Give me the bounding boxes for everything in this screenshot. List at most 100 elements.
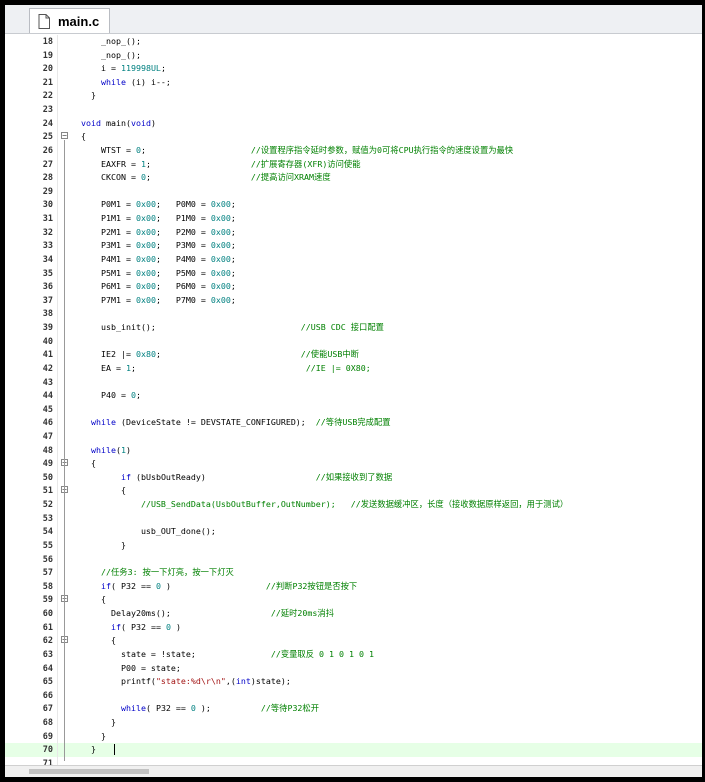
code-line[interactable]: 67 while( P32 == 0 ); //等待P32松开 bbox=[5, 702, 702, 716]
code-line[interactable]: 38 bbox=[5, 307, 702, 321]
code-line[interactable]: 64 P00 = state; bbox=[5, 662, 702, 676]
code-line[interactable]: 20 i = 119998UL; bbox=[5, 62, 702, 76]
number-token: 0x00 bbox=[135, 253, 156, 264]
code-line[interactable]: 28 CKCON = 0; //提高访问XRAM速度 bbox=[5, 171, 702, 185]
code-line[interactable]: 52 //USB_SendData(UsbOutBuffer,OutNumber… bbox=[5, 498, 702, 512]
line-number: 43 bbox=[42, 377, 53, 388]
code-line[interactable]: 51 {− bbox=[5, 484, 702, 498]
code-line[interactable]: 22 } bbox=[5, 89, 702, 103]
code-token: P1M1 = bbox=[81, 213, 136, 224]
scrollbar-thumb[interactable] bbox=[29, 769, 149, 774]
code-token: } bbox=[81, 730, 106, 741]
code-text: //任务3: 按一下灯亮，按一下灯灭 bbox=[81, 567, 234, 578]
code-line[interactable]: 48 while(1) bbox=[5, 444, 702, 458]
comment-token: //设置程序指令延时参数，赋值为0可将CPU执行指令的速度设置为最快 bbox=[250, 144, 514, 155]
code-text: P00 = state; bbox=[81, 663, 181, 674]
code-token: CKCON = bbox=[81, 172, 141, 183]
code-line[interactable]: 25 {− bbox=[5, 130, 702, 144]
code-text: { bbox=[81, 594, 106, 605]
code-line[interactable]: 69 } bbox=[5, 730, 702, 744]
code-token: ; bbox=[140, 144, 251, 155]
code-line[interactable]: 35 P5M1 = 0x00; P5M0 = 0x00; bbox=[5, 267, 702, 281]
code-line[interactable]: 36 P6M1 = 0x00; P6M0 = 0x00; bbox=[5, 280, 702, 294]
code-line[interactable]: 31 P1M1 = 0x00; P1M0 = 0x00; bbox=[5, 212, 702, 226]
line-number: 57 bbox=[42, 568, 53, 579]
code-line[interactable]: 68 } bbox=[5, 716, 702, 730]
code-line[interactable]: 33 P3M1 = 0x00; P3M0 = 0x00; bbox=[5, 239, 702, 253]
code-editor[interactable]: 18 _nop_(); 19 _nop_(); 20 i = 119998UL; 21… bbox=[5, 35, 702, 769]
code-line[interactable]: 55 } bbox=[5, 539, 702, 553]
comment-token: //使能USB中断 bbox=[300, 349, 359, 360]
code-token: ; bbox=[155, 349, 301, 360]
code-token: ; bbox=[230, 213, 236, 224]
code-token: ; P5M0 = bbox=[155, 267, 211, 278]
code-line[interactable]: 18 _nop_(); bbox=[5, 35, 702, 49]
code-text: P40 = 0; bbox=[81, 390, 141, 401]
code-text: { bbox=[81, 635, 116, 646]
keyword-token: while bbox=[120, 703, 146, 714]
code-line[interactable]: 42 EA = 1; //IE |= 0X80; bbox=[5, 362, 702, 376]
code-line[interactable]: 65 printf("state:%d\r\n",(int)state); bbox=[5, 675, 702, 689]
code-line[interactable]: 34 P4M1 = 0x00; P4M0 = 0x00; bbox=[5, 253, 702, 267]
code-text: } bbox=[81, 90, 96, 101]
code-line[interactable]: 39 usb_init(); //USB CDC 接口配置 bbox=[5, 321, 702, 335]
fold-toggle-icon[interactable]: − bbox=[61, 132, 68, 140]
code-line[interactable]: 59 {− bbox=[5, 593, 702, 607]
code-line[interactable]: 30 P0M1 = 0x00; P0M0 = 0x00; bbox=[5, 198, 702, 212]
code-line[interactable]: 56 bbox=[5, 553, 702, 567]
code-line[interactable]: 44 P40 = 0; bbox=[5, 389, 702, 403]
code-line[interactable]: 43 bbox=[5, 376, 702, 390]
number-token: 0x00 bbox=[210, 240, 231, 251]
code-token: ; bbox=[230, 294, 236, 305]
number-token: 0x80 bbox=[135, 349, 156, 360]
code-line[interactable]: 24 void main(void) bbox=[5, 117, 702, 131]
number-token: 0x00 bbox=[210, 253, 231, 264]
code-token: } bbox=[81, 717, 116, 727]
code-line[interactable]: 63 state = !state; //变量取反 0 1 0 1 0 1 bbox=[5, 648, 702, 662]
number-token: 0x00 bbox=[135, 240, 156, 251]
code-text: //USB_SendData(UsbOutBuffer,OutNumber); … bbox=[81, 499, 568, 510]
code-line[interactable]: 19 _nop_(); bbox=[5, 49, 702, 63]
code-line[interactable]: 23 bbox=[5, 103, 702, 117]
code-token: P0M1 = bbox=[81, 199, 136, 210]
code-token: ; bbox=[230, 253, 236, 264]
code-text: WTST = 0; //设置程序指令延时参数，赋值为0可将CPU执行指令的速度设… bbox=[81, 145, 513, 156]
c-file-icon bbox=[38, 13, 50, 29]
code-line[interactable]: 37 P7M1 = 0x00; P7M0 = 0x00; bbox=[5, 294, 702, 308]
code-line[interactable]: 49 {− bbox=[5, 457, 702, 471]
code-line[interactable]: 45 bbox=[5, 403, 702, 417]
code-line[interactable]: 40 bbox=[5, 335, 702, 349]
code-line[interactable]: 57 //任务3: 按一下灯亮，按一下灯灭 bbox=[5, 566, 702, 580]
keyword-token: int bbox=[235, 676, 251, 687]
code-line[interactable]: 62 {− bbox=[5, 634, 702, 648]
code-line[interactable]: 61 if( P32 == 0 ) bbox=[5, 621, 702, 635]
code-line[interactable]: 58 if( P32 == 0 ) //判断P32按钮是否按下 bbox=[5, 580, 702, 594]
line-number: 53 bbox=[42, 513, 53, 524]
tab-main-c[interactable]: main.c bbox=[29, 8, 111, 33]
comment-token: //等待P32松开 bbox=[260, 703, 320, 714]
code-line[interactable]: 50 if (bUsbOutReady) //如果接收到了数据 bbox=[5, 471, 702, 485]
code-token: ; bbox=[145, 158, 251, 169]
code-line[interactable]: 29 bbox=[5, 185, 702, 199]
code-line[interactable]: 66 bbox=[5, 689, 702, 703]
code-line[interactable]: 21 while (i) i--; bbox=[5, 76, 702, 90]
code-line[interactable]: 70 } bbox=[5, 743, 702, 757]
code-token: } bbox=[81, 744, 96, 755]
code-line[interactable]: 32 P2M1 = 0x00; P2M0 = 0x00; bbox=[5, 226, 702, 240]
line-number: 34 bbox=[42, 254, 53, 265]
fold-guide bbox=[64, 140, 65, 761]
code-line[interactable]: 54 usb_OUT_done(); bbox=[5, 525, 702, 539]
code-line[interactable]: 47 bbox=[5, 430, 702, 444]
code-text: if (bUsbOutReady) //如果接收到了数据 bbox=[81, 472, 392, 483]
line-number: 29 bbox=[42, 186, 53, 197]
code-line[interactable]: 27 EAXFR = 1; //扩展寄存器(XFR)访问使能 bbox=[5, 158, 702, 172]
code-line[interactable]: 26 WTST = 0; //设置程序指令延时参数，赋值为0可将CPU执行指令的… bbox=[5, 144, 702, 158]
line-number: 26 bbox=[42, 145, 53, 156]
code-line[interactable]: 41 IE2 |= 0x80; //使能USB中断 bbox=[5, 348, 702, 362]
code-line[interactable]: 60 Delay20ms(); //延时20ms消抖 bbox=[5, 607, 702, 621]
code-line[interactable]: 46 while (DeviceState != DEVSTATE_CONFIG… bbox=[5, 416, 702, 430]
code-line[interactable]: 53 bbox=[5, 512, 702, 526]
comment-token: //判断P32按钮是否按下 bbox=[265, 580, 358, 591]
horizontal-scrollbar[interactable] bbox=[5, 765, 702, 777]
